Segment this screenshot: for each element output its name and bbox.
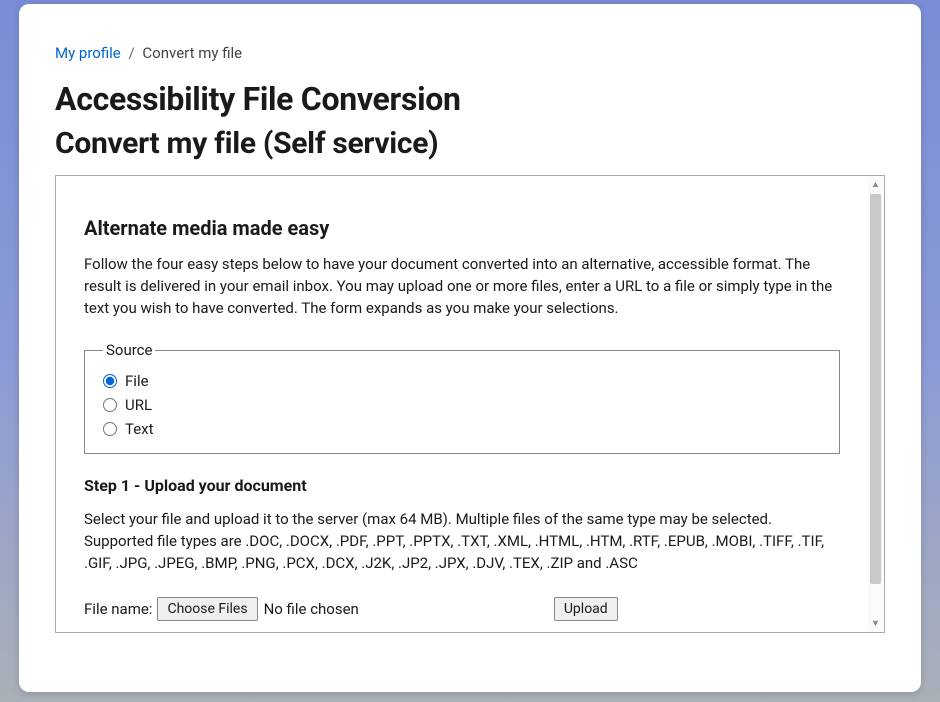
upload-button[interactable]: Upload bbox=[554, 597, 618, 621]
radio-url-label: URL bbox=[125, 396, 152, 414]
scroll-down-icon[interactable]: ▼ bbox=[868, 616, 883, 631]
source-option-text[interactable]: Text bbox=[103, 417, 821, 441]
breadcrumb-separator: / bbox=[128, 44, 134, 62]
file-status-text: No file chosen bbox=[264, 600, 359, 618]
panel-heading: Alternate media made easy bbox=[84, 216, 840, 240]
content-frame: Alternate media made easy Follow the fou… bbox=[55, 175, 885, 633]
choose-files-button[interactable]: Choose Files bbox=[157, 597, 257, 621]
radio-file[interactable] bbox=[103, 374, 117, 388]
upload-row: File name: Choose Files No file chosen U… bbox=[84, 597, 840, 621]
scroll-up-icon[interactable]: ▲ bbox=[868, 177, 883, 192]
page-title: Accessibility File Conversion bbox=[55, 80, 885, 118]
source-option-url[interactable]: URL bbox=[103, 393, 821, 417]
main-card: My profile / Convert my file Accessibili… bbox=[19, 4, 921, 692]
step1-description: Select your file and upload it to the se… bbox=[84, 509, 840, 574]
source-option-file[interactable]: File bbox=[103, 369, 821, 393]
radio-text[interactable] bbox=[103, 422, 117, 436]
source-fieldset: Source File URL Text bbox=[84, 341, 840, 454]
scrollbar-thumb[interactable] bbox=[870, 194, 881, 584]
frame-content: Alternate media made easy Follow the fou… bbox=[56, 176, 868, 632]
radio-url[interactable] bbox=[103, 398, 117, 412]
radio-file-label: File bbox=[125, 372, 149, 390]
file-name-label: File name: bbox=[84, 600, 152, 618]
radio-text-label: Text bbox=[125, 420, 154, 438]
scrollbar[interactable]: ▲ ▼ bbox=[868, 177, 883, 631]
breadcrumb-current: Convert my file bbox=[142, 44, 242, 62]
step1-title: Step 1 - Upload your document bbox=[84, 476, 840, 495]
panel-intro: Follow the four easy steps below to have… bbox=[84, 254, 840, 319]
page-subtitle: Convert my file (Self service) bbox=[55, 126, 885, 161]
breadcrumb-root-link[interactable]: My profile bbox=[55, 44, 121, 62]
breadcrumb: My profile / Convert my file bbox=[55, 44, 885, 62]
source-legend: Source bbox=[103, 341, 155, 359]
